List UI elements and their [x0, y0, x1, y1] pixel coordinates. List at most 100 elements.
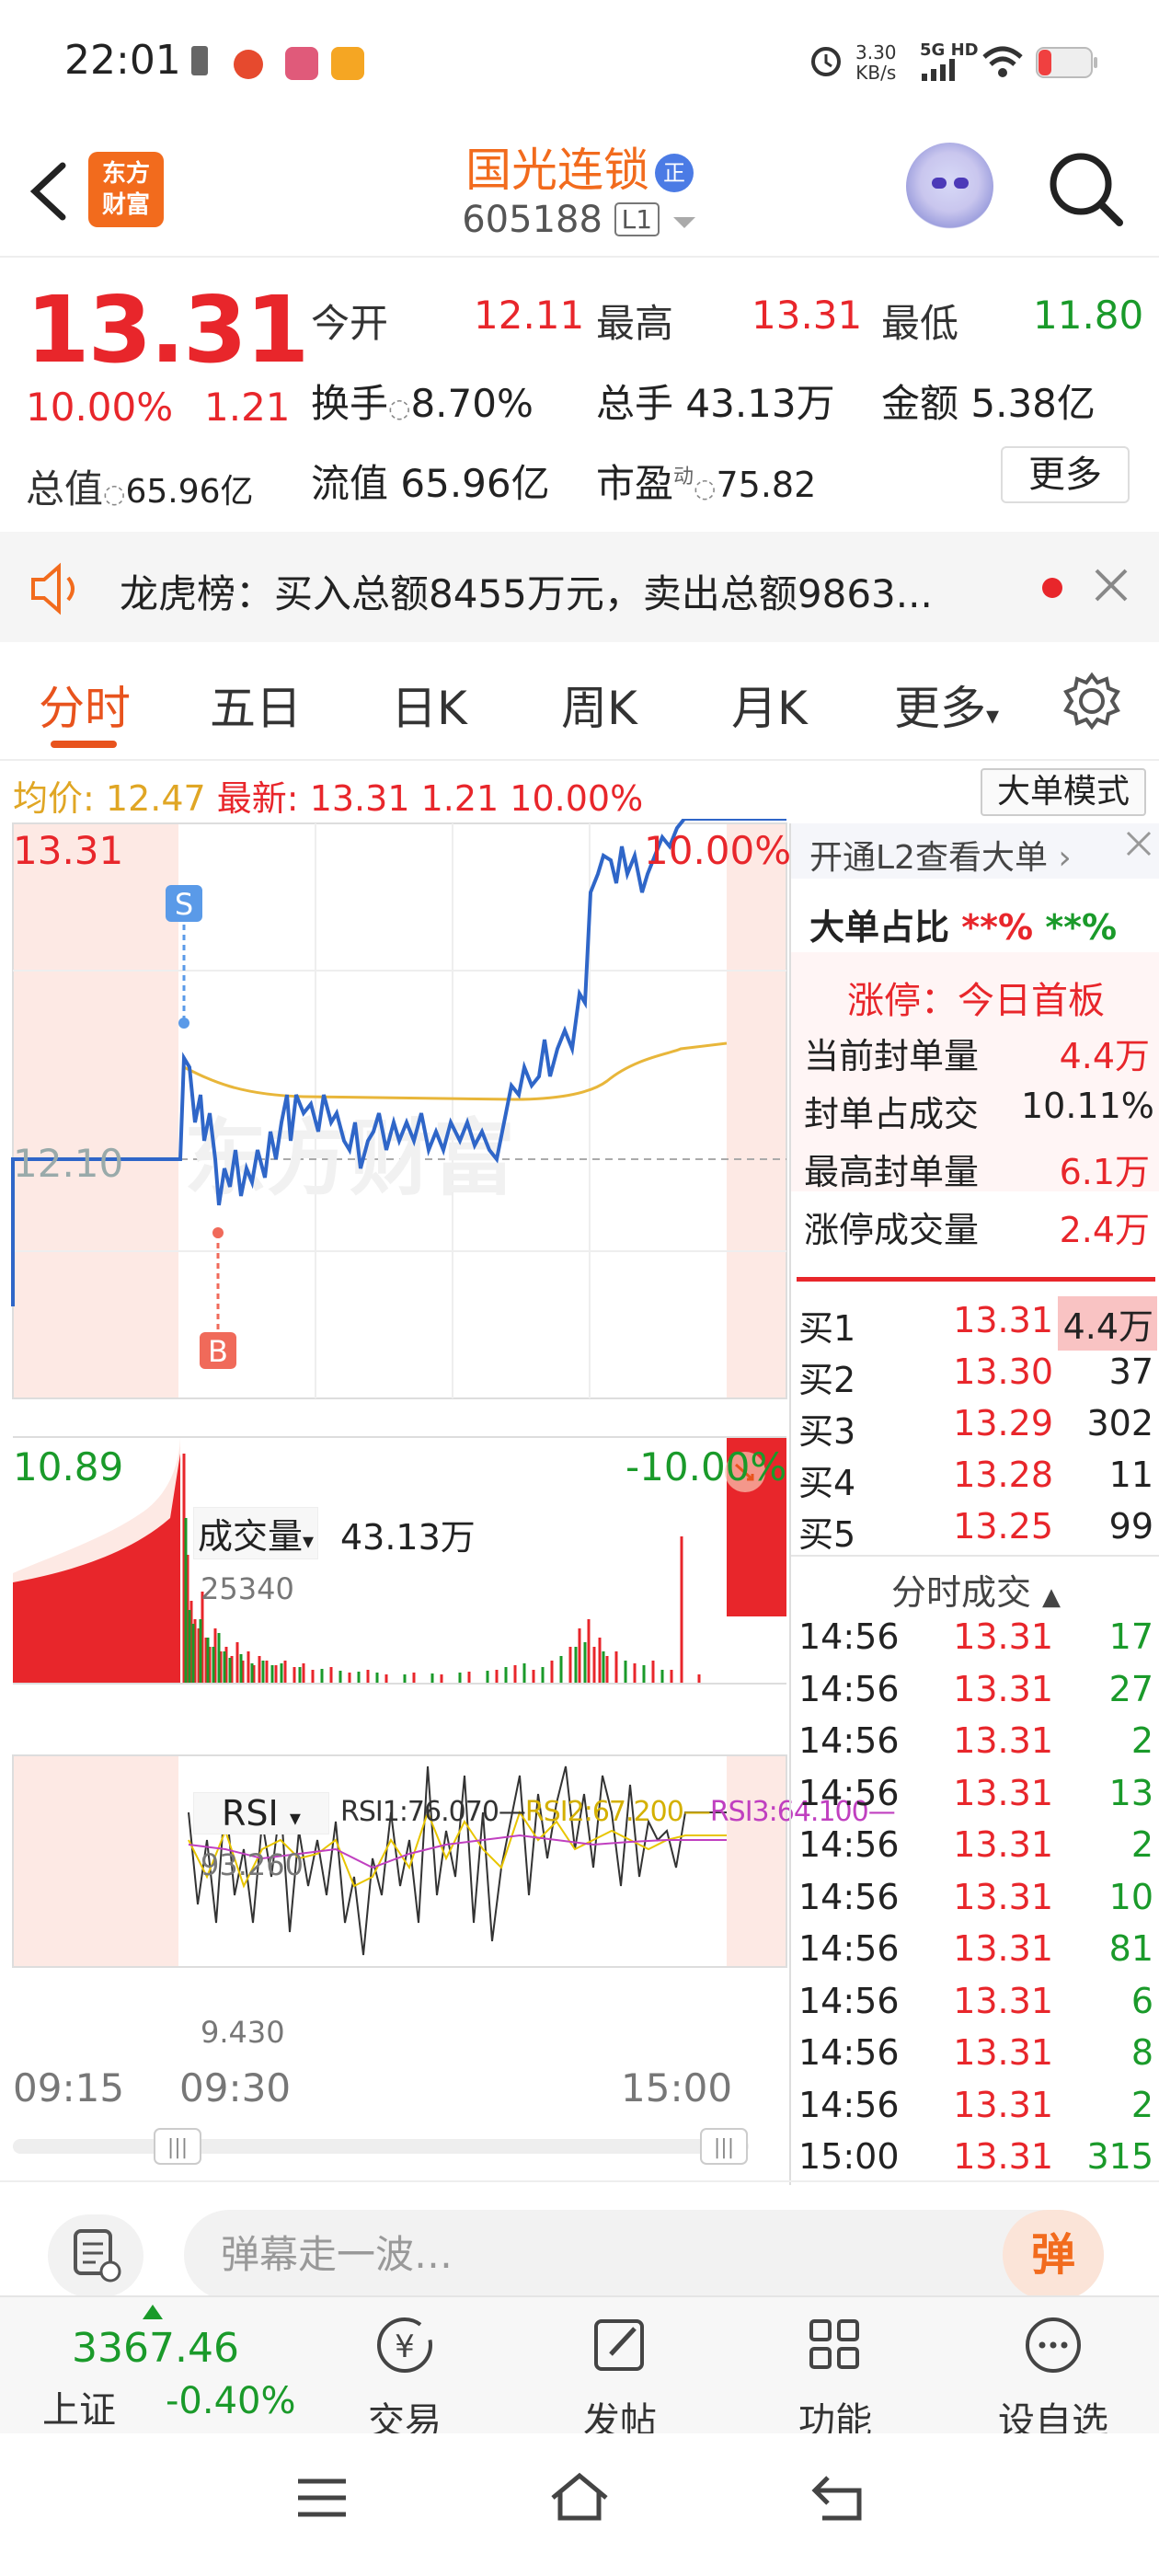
bid-label: 买4 — [798, 1463, 856, 1503]
svg-text:|||: ||| — [714, 2136, 734, 2159]
trade-button[interactable]: ¥ 交易 — [350, 2297, 460, 2443]
tab-weekly-k[interactable]: 周K — [561, 672, 637, 738]
index-change: -0.40% — [166, 2380, 296, 2422]
bid-label: 买1 — [798, 1308, 856, 1349]
tab-daily-k[interactable]: 日K — [391, 672, 467, 738]
add-watchlist-button[interactable]: 设自选 — [984, 2297, 1122, 2443]
trade-volume: 27 — [1108, 1668, 1153, 1709]
trade-time: 14:56 — [798, 1876, 900, 1917]
chart-scrollbar[interactable] — [13, 2139, 749, 2154]
bid-volume: 4.4万 — [1058, 1296, 1157, 1351]
big-order-mode-button[interactable]: 大单模式 — [981, 768, 1146, 816]
amount: 金额 5.38亿 — [881, 381, 1096, 426]
alarm-icon — [811, 47, 841, 76]
rsi-indicator-select[interactable]: RSI ▾ — [193, 1792, 329, 1834]
post-button[interactable]: 发帖 — [565, 2297, 675, 2443]
trade-price: 13.31 — [953, 1980, 1053, 2021]
bid-price: 13.25 — [953, 1506, 1053, 1547]
features-button[interactable]: 功能 — [780, 2297, 890, 2443]
open-value: 12.11 — [474, 293, 585, 338]
tab-more[interactable]: 更多▾ — [894, 672, 999, 738]
time-axis-end: 15:00 — [621, 2065, 733, 2110]
trade-time: 14:56 — [798, 2084, 900, 2125]
trade-time: 14:56 — [798, 1772, 900, 1813]
float-cap: 流值 65.96亿 — [311, 461, 550, 506]
more-quote-button[interactable]: 更多 — [1001, 446, 1130, 503]
volume: 总手 43.13万 — [596, 381, 835, 426]
trade-time: 15:00 — [798, 2136, 900, 2177]
sell-marker-label: S — [175, 887, 193, 922]
trade-volume: 8 — [1130, 2032, 1153, 2073]
trade-price: 13.31 — [953, 1876, 1053, 1917]
after-close-shade — [727, 823, 786, 1398]
time-axis-open: 09:30 — [179, 2065, 292, 2110]
stock-status-badge: 正 — [655, 154, 694, 192]
big-order-ratio: 大单占比 **% **% — [809, 907, 1118, 948]
pe-ratio: 市盈动◌75.82 — [596, 461, 817, 506]
trade-time: 14:56 — [798, 1616, 900, 1657]
bid-label: 买5 — [798, 1514, 856, 1555]
index-value: 3367.46 — [72, 2325, 239, 2372]
volume-axis-max: 25340 — [201, 1571, 294, 1606]
settings-gear-icon[interactable] — [1062, 672, 1121, 730]
trade-time: 14:56 — [798, 1824, 900, 1865]
pct-axis-bottom: -10.00% — [625, 1444, 787, 1489]
grid-icon — [809, 2319, 859, 2369]
news-text[interactable]: 龙虎榜：买入总额8455万元，卖出总额9863... — [120, 563, 933, 619]
trade-price: 13.31 — [953, 1668, 1053, 1709]
bid-price: 13.29 — [953, 1403, 1053, 1443]
chevron-down-icon — [672, 217, 695, 228]
limit-up-title: 涨停：今日首板 — [847, 980, 1105, 1022]
rsi-axis-top: 93.260 — [201, 1847, 304, 1882]
close-icon[interactable] — [1120, 825, 1157, 862]
more-dots-icon — [1026, 2317, 1081, 2373]
level-badge: L1 — [614, 202, 660, 236]
trade-time: 14:56 — [798, 2032, 900, 2073]
intraday-chart[interactable]: 东方财富 S B ||| ||| — [0, 819, 789, 2180]
home-icon[interactable] — [547, 2468, 612, 2525]
limit-row: 最高封单量 — [804, 1152, 980, 1192]
price-axis-bottom: 10.89 — [13, 1444, 124, 1489]
comments-button[interactable] — [48, 2214, 143, 2297]
volume-total: 43.13万 — [340, 1517, 476, 1558]
active-tab-indicator — [51, 741, 117, 748]
l2-link[interactable]: 开通L2查看大单 › — [809, 831, 1072, 879]
avg-price: 12.47 — [105, 778, 206, 819]
news-banner[interactable]: 龙虎榜：买入总额8455万元，卖出总额9863... — [0, 532, 1159, 642]
high-label: 最高 — [596, 301, 674, 346]
trade-volume: 2 — [1130, 2084, 1153, 2125]
notification-icons — [191, 46, 364, 80]
danmu-input[interactable]: 弹幕走一波… — [184, 2210, 1104, 2300]
index-ticker[interactable]: 3367.46 上证 -0.40% — [37, 2297, 313, 2435]
tab-five-day[interactable]: 五日 — [210, 672, 302, 738]
time-axis-start: 09:15 — [13, 2065, 125, 2110]
tab-intraday[interactable]: 分时 — [39, 672, 131, 738]
search-button[interactable] — [1044, 147, 1127, 230]
triangle-up-icon — [143, 2305, 163, 2319]
limit-value: 10.11% — [1021, 1086, 1154, 1126]
tab-monthly-k[interactable]: 月K — [731, 672, 808, 738]
danmu-bar: 弹幕走一波… 弹 — [0, 2180, 1159, 2300]
bid-price: 13.28 — [953, 1455, 1053, 1495]
close-icon[interactable] — [1091, 565, 1131, 605]
assistant-robot-icon[interactable] — [906, 143, 993, 230]
volume-indicator-select[interactable]: 成交量▾ — [193, 1507, 319, 1559]
back-nav-icon[interactable] — [809, 2468, 868, 2527]
trade-volume: 10 — [1108, 1876, 1153, 1917]
menu-icon[interactable] — [294, 2470, 350, 2525]
trade-ticks-title[interactable]: 分时成交 ▲ — [791, 1564, 1159, 1615]
danmu-toggle-button[interactable]: 弹 — [1003, 2210, 1104, 2300]
info-icon: ◌ — [103, 478, 126, 509]
trade-price: 13.31 — [953, 1928, 1053, 1969]
bid-volume: 37 — [1108, 1351, 1153, 1392]
stock-header: 东方 财富 国光连锁正 605188 L1 — [0, 120, 1159, 258]
bid-price: 13.31 — [953, 1300, 1053, 1340]
battery-icon — [1036, 47, 1097, 78]
status-bar: 22:01 3.30 KB/s 5G HD — [0, 0, 1159, 120]
unread-dot — [1042, 578, 1062, 598]
trade-time: 14:56 — [798, 1668, 900, 1709]
current-price: 13.31 — [26, 276, 309, 384]
price-axis-mid: 12.10 — [13, 1141, 124, 1186]
trade-time: 14:56 — [798, 1720, 900, 1761]
price-info-line: 均价: 12.47 最新: 13.31 1.21 10.00% 大单模式 — [0, 759, 1159, 819]
